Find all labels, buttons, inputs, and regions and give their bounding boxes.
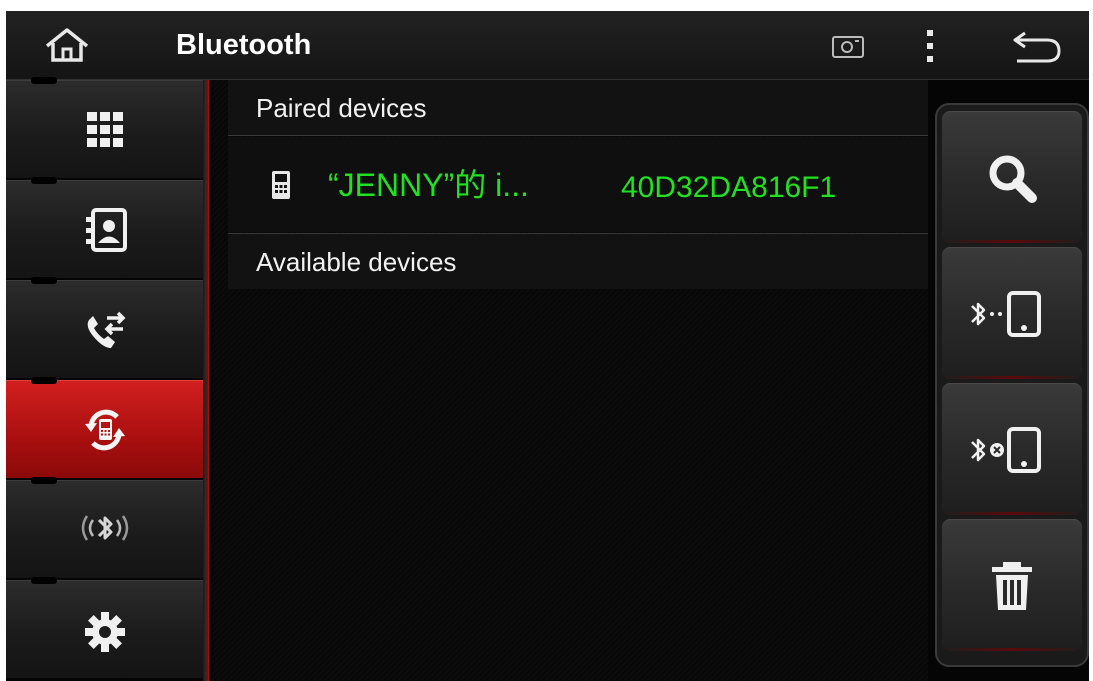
nav-item-bluetooth-broadcast[interactable] xyxy=(6,477,203,578)
trash-icon xyxy=(992,561,1032,610)
settings-gear-icon xyxy=(84,611,125,652)
search-button[interactable] xyxy=(942,111,1082,243)
nav-notch xyxy=(31,577,57,584)
nav-notch xyxy=(31,177,57,184)
bluetooth-screen: Bluetooth Paired devices “JENNY”的 i... 4… xyxy=(6,11,1089,681)
paired-device-row[interactable]: “JENNY”的 i... 40D32DA816F1 xyxy=(228,137,928,232)
paired-devices-header: Paired devices xyxy=(228,80,928,136)
disconnect-device-button[interactable] xyxy=(942,383,1082,515)
device-address: 40D32DA816F1 xyxy=(621,171,837,204)
action-panel xyxy=(935,103,1089,667)
nav-item-device-sync[interactable] xyxy=(6,377,203,478)
device-name: “JENNY”的 i... xyxy=(328,167,529,203)
apps-grid-icon xyxy=(86,111,123,147)
bluetooth-connect-device-icon xyxy=(971,290,1041,337)
delete-button[interactable] xyxy=(942,519,1082,651)
screenshot-icon[interactable] xyxy=(831,33,865,59)
device-sync-icon xyxy=(84,409,125,450)
call-log-icon xyxy=(87,311,125,348)
nav-notch xyxy=(31,277,57,284)
nav-notch xyxy=(31,377,57,384)
left-nav xyxy=(6,77,203,681)
page-title: Bluetooth xyxy=(176,29,312,61)
connect-device-button[interactable] xyxy=(942,247,1082,379)
nav-item-settings[interactable] xyxy=(6,577,203,678)
nav-item-apps[interactable] xyxy=(6,77,203,178)
nav-notch xyxy=(31,477,57,484)
back-icon[interactable] xyxy=(1011,27,1063,65)
contacts-icon xyxy=(85,207,127,252)
nav-item-contacts[interactable] xyxy=(6,177,203,278)
nav-item-call-log[interactable] xyxy=(6,277,203,378)
more-menu-icon[interactable] xyxy=(920,26,940,66)
top-bar: Bluetooth xyxy=(6,11,1089,80)
home-icon[interactable] xyxy=(42,27,92,63)
nav-divider xyxy=(203,80,209,681)
phone-icon xyxy=(272,171,290,199)
bluetooth-disconnect-device-icon xyxy=(971,426,1041,473)
device-list: Paired devices “JENNY”的 i... 40D32DA816F… xyxy=(211,80,928,681)
search-icon xyxy=(989,155,1037,203)
available-devices-header: Available devices xyxy=(228,233,928,289)
nav-notch xyxy=(31,77,57,84)
bluetooth-broadcast-icon xyxy=(81,514,128,541)
